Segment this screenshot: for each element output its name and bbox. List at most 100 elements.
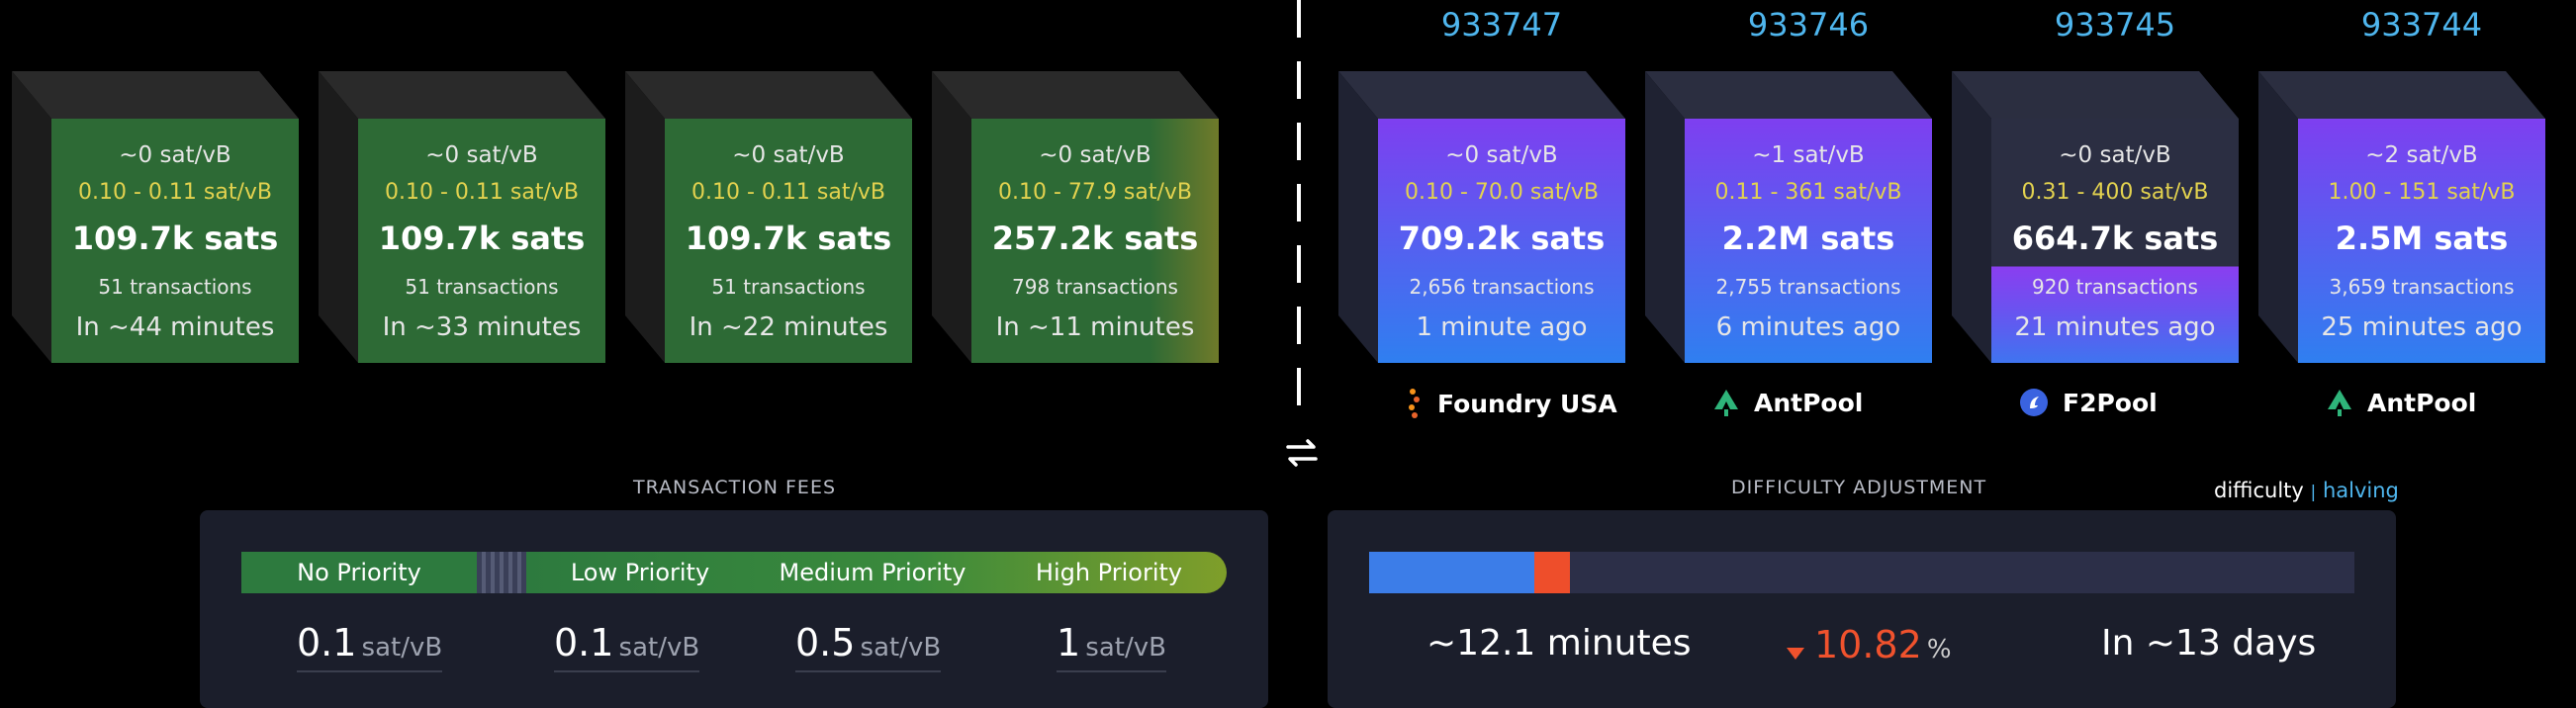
transaction-fees-panel: No Priority Low Priority Medium Priority… [200,510,1268,708]
block-face: ~0 sat/vB 0.10 - 70.0 sat/vB 709.2k sats 2,… [1378,119,1625,363]
block-age: 6 minutes ago [1715,312,1901,342]
transaction-fees-title: TRANSACTION FEES [633,477,837,498]
block-total-fees: 709.2k sats [1398,220,1606,257]
mining-pool-name: AntPool [1754,388,1864,417]
block-face: ~0 sat/vB 0.10 - 0.11 sat/vB 109.7k sats 51… [358,119,605,363]
estimated-time: In ~33 minutes [382,312,582,342]
projected-block[interactable]: ~0 sat/vB 0.10 - 0.11 sat/vB 109.7k sats 51… [625,71,912,363]
average-block-time: ~12.1 minutes [1426,623,1692,664]
block-height[interactable]: 933745 [1991,6,2239,44]
mined-block[interactable]: ~0 sat/vB 0.10 - 70.0 sat/vB 709.2k sats 2,… [1338,71,1625,363]
median-fee: ~0 sat/vB [119,142,231,168]
fee-range: 0.10 - 0.11 sat/vB [78,180,272,205]
block-side [2258,71,2298,363]
block-side [319,71,358,363]
fee-range: 0.10 - 0.11 sat/vB [691,180,885,205]
medium-priority-fee: 0.5 sat/vB [795,621,942,672]
no-priority-segment: No Priority [241,552,477,593]
block-face: ~0 sat/vB 0.10 - 0.11 sat/vB 109.7k sats 51… [51,119,299,363]
block-age: 1 minute ago [1416,312,1588,342]
fee-range: 0.10 - 0.11 sat/vB [385,180,579,205]
median-fee: ~0 sat/vB [732,142,845,168]
tab-halving[interactable]: halving [2323,479,2399,502]
estimated-time: In ~11 minutes [995,312,1195,342]
transaction-count: 51 transactions [98,275,252,299]
low-priority-label: Low Priority [570,559,710,586]
block-side [1952,71,1991,363]
tab-separator: | [2310,483,2317,502]
block-height[interactable]: 933744 [2298,6,2545,44]
block-side [1645,71,1685,363]
median-fee: ~0 sat/vB [2059,142,2171,168]
block-face: ~2 sat/vB 1.00 - 151 sat/vB 2.5M sats 3,659… [2298,119,2545,363]
foundry-icon [1406,388,1424,419]
median-fee: ~0 sat/vB [1039,142,1151,168]
block-side [12,71,51,363]
mempool-blockchain-divider [1297,0,1301,415]
mining-pool[interactable]: Foundry USA [1406,388,1617,419]
mining-pool[interactable]: AntPool [2326,388,2476,417]
next-adjustment-eta: In ~13 days [2101,623,2317,664]
mined-block[interactable]: ~1 sat/vB 0.11 - 361 sat/vB 2.2M sats 2,755… [1645,71,1932,363]
mining-pool[interactable]: AntPool [1712,388,1863,417]
block-top [625,71,912,119]
mined-block[interactable]: ~2 sat/vB 1.00 - 151 sat/vB 2.5M sats 3,659… [2258,71,2545,363]
transaction-count: 798 transactions [1012,275,1178,299]
block-face: ~1 sat/vB 0.11 - 361 sat/vB 2.2M sats 2,755… [1685,119,1932,363]
block-face: ~0 sat/vB 0.10 - 77.9 sat/vB 257.2k sats 79… [971,119,1219,363]
transaction-count: 51 transactions [711,275,866,299]
block-total-fees: 664.7k sats [2011,220,2219,257]
mining-pool-name: Foundry USA [1437,389,1617,418]
high-priority-fee: 1 sat/vB [1057,621,1166,672]
difficulty-tabs: difficulty | halving [2214,479,2399,502]
block-face: ~0 sat/vB 0.31 - 400 sat/vB 664.7k sats 920… [1991,119,2239,363]
medium-priority-label: Medium Priority [779,559,966,586]
transaction-count: 920 transactions [2032,275,2198,299]
block-total-fees: 109.7k sats [378,220,586,257]
block-top [1645,71,1932,119]
fee-range: 0.31 - 400 sat/vB [2021,180,2209,205]
fee-range: 1.00 - 151 sat/vB [2328,180,2516,205]
difficulty-adjustment-title: DIFFICULTY ADJUSTMENT [1731,477,1987,498]
median-fee: ~0 sat/vB [425,142,538,168]
projected-block[interactable]: ~0 sat/vB 0.10 - 0.11 sat/vB 109.7k sats 51… [319,71,605,363]
block-side [932,71,971,363]
high-priority-label: High Priority [1035,559,1183,586]
projected-block[interactable]: ~0 sat/vB 0.10 - 0.11 sat/vB 109.7k sats 51… [12,71,299,363]
fee-range: 0.11 - 361 sat/vB [1714,180,1902,205]
block-side [1338,71,1378,363]
mining-pool-name: F2Pool [2063,388,2158,417]
difficulty-progress-bar [1369,552,2354,593]
estimated-time: In ~44 minutes [75,312,275,342]
difficulty-change: 10.82 % [1787,623,1952,666]
transaction-count: 2,755 transactions [1715,275,1901,299]
f2pool-icon [2019,388,2049,417]
fee-priority-bar: No Priority Low Priority Medium Priority… [241,552,1227,593]
block-total-fees: 109.7k sats [71,220,279,257]
difficulty-progress-orange [1534,552,1570,593]
block-total-fees: 2.5M sats [2335,220,2509,257]
block-top [1338,71,1625,119]
block-top [12,71,299,119]
median-fee: ~0 sat/vB [1445,142,1558,168]
no-priority-label: No Priority [297,559,421,586]
mining-pool[interactable]: F2Pool [2019,388,2158,417]
mining-pool-name: AntPool [2367,388,2477,417]
decrease-arrow-icon [1787,647,1804,660]
block-height[interactable]: 933746 [1685,6,1932,44]
block-top [932,71,1219,119]
block-height[interactable]: 933747 [1378,6,1625,44]
mined-block[interactable]: ~0 sat/vB 0.31 - 400 sat/vB 664.7k sats 920… [1952,71,2239,363]
tab-difficulty[interactable]: difficulty [2214,479,2304,502]
transaction-count: 3,659 transactions [2329,275,2515,299]
antpool-icon [1712,388,1740,417]
projected-block[interactable]: ~0 sat/vB 0.10 - 77.9 sat/vB 257.2k sats 79… [932,71,1219,363]
block-total-fees: 2.2M sats [1721,220,1895,257]
fee-range: 0.10 - 77.9 sat/vB [998,180,1192,205]
priority-gap [477,552,526,593]
block-total-fees: 109.7k sats [685,220,892,257]
median-fee: ~1 sat/vB [1752,142,1865,168]
swap-arrows-icon[interactable] [1282,433,1322,473]
transaction-count: 2,656 transactions [1409,275,1595,299]
block-age: 21 minutes ago [2014,312,2216,342]
